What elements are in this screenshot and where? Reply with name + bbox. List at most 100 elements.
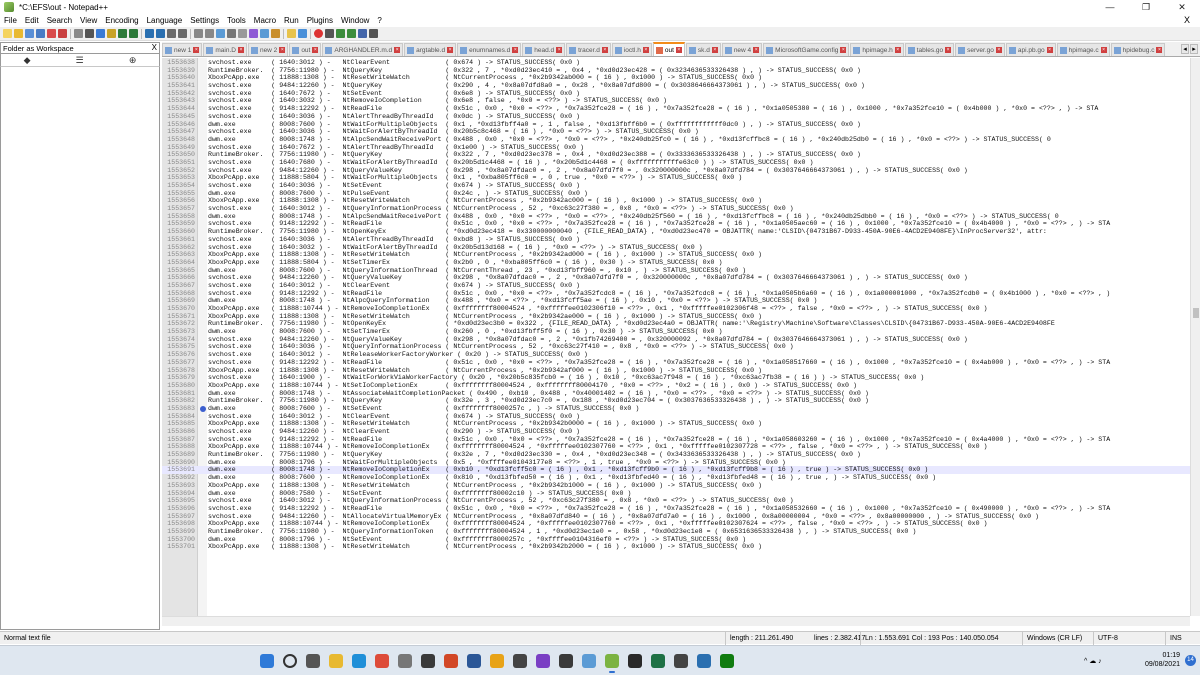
editor-line[interactable]: 1553660 RuntimeBroker. ( 7756:11980 ) - N… [162, 228, 1190, 236]
indent-guide-icon[interactable] [238, 29, 247, 38]
tab-hpidebug-c[interactable]: hpidebug.c × [1110, 43, 1166, 56]
editor-line[interactable]: 1553700 dwm.exe ( 8008:1796 ) - NtSetEven… [162, 536, 1190, 544]
tab-close-icon[interactable]: × [840, 47, 847, 53]
menu-tools[interactable]: Tools [223, 14, 250, 27]
editor-line[interactable]: 1553678 XboxPcApp.exe ( 11888:1308 ) - Nt… [162, 367, 1190, 375]
tab-new-1[interactable]: new 1 × [162, 43, 203, 56]
editor-line[interactable]: 1553645 svchost.exe ( 1640:3036 ) - NtAle… [162, 113, 1190, 121]
mail-icon[interactable] [697, 654, 711, 668]
editor-line[interactable]: 1553666 svchost.exe ( 9484:12260 ) - NtQu… [162, 274, 1190, 282]
system-tray[interactable]: ^ ☁ ♪ [1084, 646, 1102, 675]
edge-icon[interactable] [352, 654, 366, 668]
tab-scroll-left-icon[interactable]: ◂ [1181, 44, 1189, 54]
editor-line[interactable]: 1553640 XboxPcApp.exe ( 11888:1308 ) - Nt… [162, 74, 1190, 82]
tab-close-icon[interactable]: × [237, 47, 244, 53]
doc-map-icon[interactable] [260, 29, 269, 38]
editor-line[interactable]: 1553651 svchost.exe ( 1640:7680 ) - NtWai… [162, 159, 1190, 167]
notification-badge[interactable]: 14 [1185, 655, 1196, 666]
menu-plugins[interactable]: Plugins [303, 14, 337, 27]
editor-line[interactable]: 1553672 RuntimeBroker. ( 7756:11980 ) - N… [162, 320, 1190, 328]
monitor-icon[interactable] [298, 29, 307, 38]
menu-language[interactable]: Language [143, 14, 187, 27]
editor-line[interactable]: 1553643 svchost.exe ( 1640:3032 ) - NtRem… [162, 97, 1190, 105]
tab-microsoftgame-config[interactable]: MicrosoftGame.config × [763, 43, 850, 56]
editor-line[interactable]: 1553649 svchost.exe ( 1640:7672 ) - NtAle… [162, 144, 1190, 152]
task-view-icon[interactable] [306, 654, 320, 668]
workspace-close-button[interactable]: X [152, 43, 157, 52]
tab-close-icon[interactable]: × [512, 47, 519, 53]
lens-icon[interactable] [674, 654, 688, 668]
visual-studio-icon[interactable] [536, 654, 550, 668]
tab-arghandler-m-d[interactable]: ARGHANDLER.m.d × [322, 43, 404, 56]
menu-view[interactable]: View [76, 14, 101, 27]
editor-line[interactable]: 1553667 svchost.exe ( 1640:3012 ) - NtCle… [162, 282, 1190, 290]
editor-line[interactable]: 1553695 svchost.exe ( 1640:3012 ) - NtQue… [162, 497, 1190, 505]
tab-close-icon[interactable]: × [601, 47, 608, 53]
replace-icon[interactable] [156, 29, 165, 38]
zoom-in-icon[interactable] [167, 29, 176, 38]
cut-icon[interactable] [85, 29, 94, 38]
open-icon[interactable] [14, 29, 23, 38]
editor-line[interactable]: 1553675 svchost.exe ( 1640:3036 ) - NtQue… [162, 343, 1190, 351]
editor-line[interactable]: 1553664 XboxPcApp.exe ( 11888:5804 ) - Nt… [162, 259, 1190, 267]
menu-edit[interactable]: Edit [21, 14, 43, 27]
tab-close-icon[interactable]: × [312, 47, 319, 53]
editor-line[interactable]: 1553658 dwm.exe ( 8008:1748 ) - NtAlpcSen… [162, 213, 1190, 221]
tab-out[interactable]: out × [652, 42, 685, 56]
tab-close-icon[interactable]: × [1156, 47, 1163, 53]
editor-line[interactable]: 1553697 svchost.exe ( 9484:12260 ) - NtAl… [162, 513, 1190, 521]
close-all-icon[interactable] [58, 29, 67, 38]
xbox-icon[interactable] [720, 654, 734, 668]
tab-ioctl-h[interactable]: ioctl.h × [611, 43, 652, 56]
menu-search[interactable]: Search [43, 14, 76, 27]
save-all-icon[interactable] [36, 29, 45, 38]
editor-line[interactable]: 1553665 dwm.exe ( 8008:7600 ) - NtQueryIn… [162, 267, 1190, 275]
folder-workspace-icon[interactable] [287, 29, 296, 38]
office-icon[interactable] [444, 654, 458, 668]
redo-icon[interactable] [129, 29, 138, 38]
editor-line[interactable]: 1553663 XboxPcApp.exe ( 11888:1308 ) - Nt… [162, 251, 1190, 259]
tab-enumnames-d[interactable]: enumnames.d × [457, 43, 522, 56]
editor-line[interactable]: 1553646 dwm.exe ( 8008:7600 ) - NtWaitFor… [162, 121, 1190, 129]
editor-line[interactable]: 1553686 svchost.exe ( 9484:12260 ) - NtCl… [162, 428, 1190, 436]
tab-close-icon[interactable]: × [556, 47, 563, 53]
function-list-icon[interactable] [271, 29, 280, 38]
editor-line[interactable]: 1553687 svchost.exe ( 9148:12292 ) - NtRe… [162, 436, 1190, 444]
stop-icon[interactable] [325, 29, 334, 38]
status-eol[interactable]: Windows (CR LF) [1022, 632, 1082, 645]
powershell-icon[interactable] [467, 654, 481, 668]
notepad-icon[interactable] [582, 654, 596, 668]
find-icon[interactable] [145, 29, 154, 38]
editor-line[interactable]: 1553644 svchost.exe ( 9148:12292 ) - NtRe… [162, 105, 1190, 113]
notepadpp-icon[interactable] [605, 654, 619, 673]
editor-line[interactable]: 1553699 RuntimeBroker. ( 7756:11980 ) - N… [162, 528, 1190, 536]
zoom-out-icon[interactable] [178, 29, 187, 38]
tab-api-pb-go[interactable]: api.pb.go × [1005, 43, 1056, 56]
chrome-icon[interactable] [375, 654, 389, 668]
bookmark-icon[interactable] [200, 405, 206, 412]
tab-hpimage-h[interactable]: hpimage.h × [850, 43, 904, 56]
vertical-scrollbar[interactable] [1190, 58, 1200, 616]
editor-line[interactable]: 1553659 svchost.exe ( 9148:12292 ) - NtRe… [162, 220, 1190, 228]
editor-line[interactable]: 1553701 XboxPcApp.exe ( 11888:1308 ) - Nt… [162, 543, 1190, 551]
editor-line[interactable]: 1553654 svchost.exe ( 1640:3036 ) - NtSet… [162, 182, 1190, 190]
tab-close-icon[interactable]: × [1100, 47, 1107, 53]
editor-line[interactable]: 1553679 svchost.exe ( 1640:1900 ) - NtWai… [162, 374, 1190, 382]
editor-line[interactable]: 1553670 XboxPcApp.exe ( 11888:10744 ) - N… [162, 305, 1190, 313]
undo-icon[interactable] [118, 29, 127, 38]
tab-head-d[interactable]: head.d × [522, 43, 566, 56]
editor-line[interactable]: 1553693 XboxPcApp.exe ( 11888:1308 ) - Nt… [162, 482, 1190, 490]
tab-tracer-d[interactable]: tracer.d × [566, 43, 611, 56]
editor-line[interactable]: 1553694 dwm.exe ( 8008:7580 ) - NtSetEven… [162, 490, 1190, 498]
editor-area[interactable]: 1553638 svchost.exe ( 1640:3012 ) - NtCle… [162, 58, 1190, 616]
close-window-button[interactable]: ✕ [1164, 0, 1200, 14]
scrollbar-thumb[interactable] [1193, 308, 1199, 318]
tab-new-2[interactable]: new 2 × [247, 43, 289, 56]
editor-line[interactable]: 1553682 RuntimeBroker. ( 7756:11980 ) - N… [162, 397, 1190, 405]
editor-line[interactable]: 1553647 svchost.exe ( 1640:3036 ) - NtWai… [162, 128, 1190, 136]
all-chars-icon[interactable] [227, 29, 236, 38]
file-explorer-icon[interactable] [329, 654, 343, 668]
editor-line[interactable]: 1553650 RuntimeBroker. ( 7756:11980 ) - N… [162, 151, 1190, 159]
menu-window[interactable]: Window [337, 14, 373, 27]
h-icon[interactable] [369, 29, 378, 38]
